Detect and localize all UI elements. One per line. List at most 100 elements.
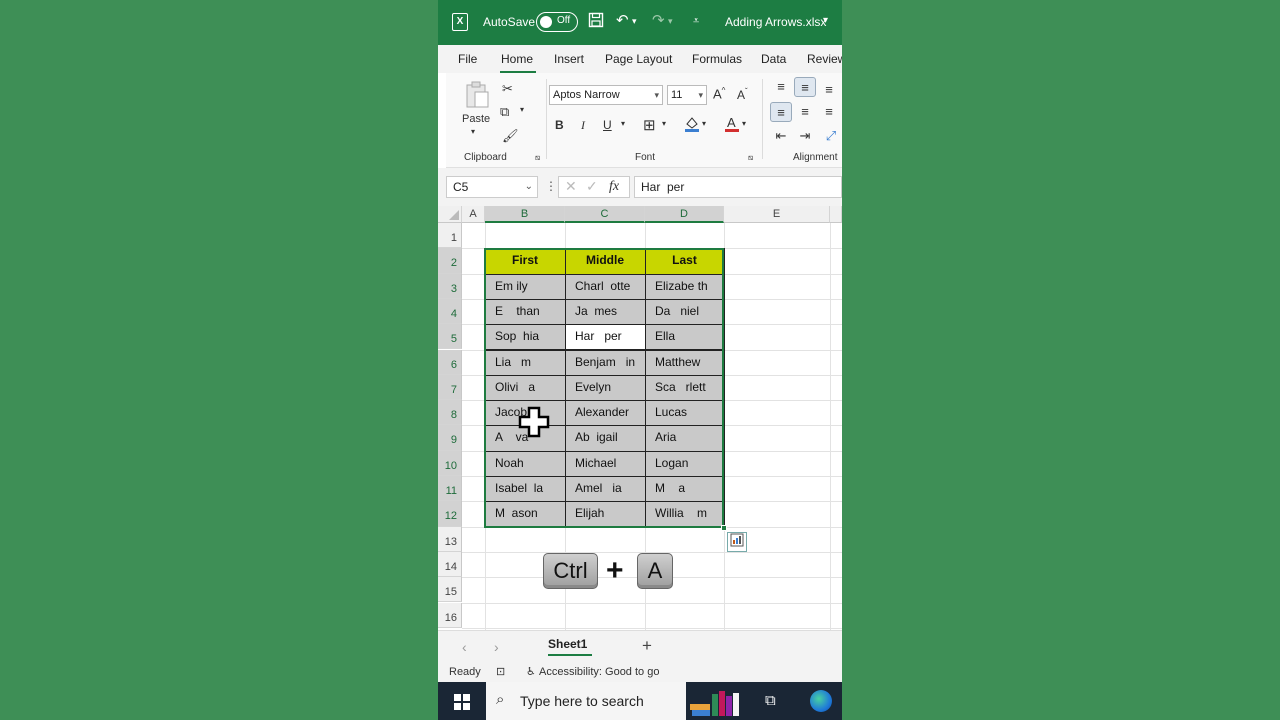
next-sheet-icon[interactable]: › — [494, 639, 499, 655]
decrease-indent-icon[interactable]: ⇤ — [770, 126, 792, 146]
save-icon[interactable] — [588, 12, 604, 33]
row-header[interactable]: 9 — [438, 425, 462, 451]
table-cell[interactable]: Ja mes — [565, 298, 645, 325]
fill-handle[interactable] — [721, 525, 727, 531]
chevron-down-icon[interactable]: ▾ — [621, 119, 625, 128]
quick-analysis-icon[interactable] — [727, 532, 747, 552]
chevron-down-icon[interactable]: ▾ — [742, 119, 746, 128]
tab-home[interactable]: Home — [501, 52, 533, 66]
more-options-icon[interactable]: ⋮ — [545, 179, 557, 193]
table-cell[interactable]: Lia m — [485, 349, 565, 375]
align-middle-icon[interactable]: ≡ — [794, 77, 816, 97]
font-size-dropdown[interactable]: 11 ▾ — [667, 85, 707, 105]
undo-icon[interactable]: ↶ — [616, 12, 629, 30]
enter-icon[interactable]: ✓ — [586, 178, 598, 195]
table-cell[interactable]: Elizabe th — [645, 273, 724, 299]
accessibility-status[interactable]: Accessibility: Good to go — [539, 666, 659, 678]
table-cell[interactable]: M a — [645, 476, 724, 502]
table-cell[interactable]: Ella — [645, 324, 724, 350]
table-cell[interactable]: M ason — [485, 501, 565, 527]
italic-button[interactable]: I — [581, 118, 585, 133]
font-color-icon[interactable]: A — [724, 115, 740, 136]
customize-toolbar-icon[interactable]: ⩡ — [693, 12, 699, 30]
row-header[interactable]: 14 — [438, 551, 462, 578]
bold-button[interactable]: B — [555, 118, 564, 132]
cut-icon[interactable]: ✂ — [502, 81, 513, 97]
chevron-down-icon[interactable]: ▾ — [632, 12, 637, 30]
row-header[interactable]: 2 — [438, 248, 462, 274]
paste-icon[interactable] — [462, 81, 492, 109]
select-all-corner[interactable] — [438, 206, 462, 223]
tab-formulas[interactable]: Formulas — [692, 52, 742, 66]
table-cell[interactable]: Sop hia — [485, 324, 565, 350]
row-header[interactable]: 10 — [438, 450, 462, 476]
row-header[interactable]: 15 — [438, 577, 462, 603]
tab-insert[interactable]: Insert — [554, 52, 584, 66]
row-header[interactable]: 8 — [438, 400, 462, 426]
formula-input[interactable]: Har per — [634, 176, 842, 198]
column-header[interactable]: D — [645, 206, 724, 223]
accessibility-icon[interactable]: ♿︎ — [526, 665, 536, 678]
row-header[interactable]: 12 — [438, 501, 462, 527]
align-right-icon[interactable]: ≡ — [818, 102, 840, 122]
dialog-launcher-icon[interactable]: ⧅ — [535, 153, 540, 163]
macro-record-icon[interactable]: ⊡ — [496, 665, 505, 678]
row-header[interactable]: 7 — [438, 374, 462, 401]
column-header[interactable]: C — [565, 206, 645, 223]
chevron-down-icon[interactable]: ▾ — [520, 105, 524, 114]
table-header-cell[interactable]: Last — [645, 248, 724, 274]
table-cell[interactable]: E than — [485, 298, 565, 325]
table-cell[interactable]: Matthew — [645, 349, 724, 375]
insert-function-icon[interactable]: fx — [609, 179, 619, 195]
worksheet-grid[interactable]: A B C D E 1 2 3 4 5 6 7 8 9 10 11 12 13 14 15 16 First M… — [438, 206, 842, 630]
row-header[interactable]: 16 — [438, 602, 462, 628]
edge-browser-icon[interactable] — [810, 690, 832, 712]
name-box[interactable]: C5 ⌄ — [446, 176, 538, 198]
table-cell[interactable]: Logan — [645, 450, 724, 476]
chevron-down-icon[interactable]: ▾ — [823, 12, 828, 30]
table-cell[interactable]: Isabel la — [485, 476, 565, 502]
format-painter-icon[interactable]: 🖌 — [502, 128, 519, 144]
table-cell[interactable]: Sca rlett — [645, 374, 724, 401]
table-cell[interactable]: Benjam in — [565, 349, 645, 375]
table-cell[interactable]: Elijah — [565, 501, 645, 527]
task-view-icon[interactable]: ⧉ — [765, 692, 776, 709]
table-header-cell[interactable]: First — [485, 248, 565, 274]
books-icon[interactable] — [688, 688, 750, 718]
prev-sheet-icon[interactable]: ‹ — [462, 639, 467, 655]
row-header[interactable]: 4 — [438, 298, 462, 325]
chevron-down-icon[interactable]: ▾ — [702, 119, 706, 128]
table-cell[interactable]: Em ily — [485, 273, 565, 299]
copy-icon[interactable]: ⧉ — [500, 104, 509, 120]
tab-file[interactable]: File — [458, 52, 477, 66]
column-header[interactable]: B — [485, 206, 565, 223]
table-cell[interactable]: Evelyn — [565, 374, 645, 401]
tab-page-layout[interactable]: Page Layout — [605, 52, 672, 66]
chevron-down-icon[interactable]: ▾ — [662, 119, 666, 128]
table-header-cell[interactable]: Middle — [565, 248, 645, 274]
windows-start-icon[interactable] — [454, 694, 470, 710]
table-cell[interactable]: Michael — [565, 450, 645, 476]
table-cell[interactable]: Willia m — [645, 501, 724, 527]
sheet-tab-sheet1[interactable]: Sheet1 — [548, 637, 587, 651]
row-header[interactable]: 6 — [438, 349, 462, 375]
column-header[interactable] — [830, 206, 842, 223]
table-cell[interactable]: Olivi a — [485, 374, 565, 401]
add-sheet-button[interactable]: + — [642, 636, 652, 656]
row-header[interactable]: 13 — [438, 526, 462, 552]
row-header[interactable]: 1 — [438, 223, 462, 249]
cancel-icon[interactable]: ✕ — [565, 178, 577, 195]
active-cell[interactable]: Har per — [565, 324, 645, 350]
underline-button[interactable]: U — [603, 118, 612, 132]
redo-icon[interactable]: ↷ — [652, 12, 665, 30]
dialog-launcher-icon[interactable]: ⧅ — [748, 153, 753, 163]
table-cell[interactable]: Amel ia — [565, 476, 645, 502]
chevron-down-icon[interactable]: ▾ — [471, 127, 475, 136]
file-name[interactable]: Adding Arrows.xlsx — [725, 15, 826, 29]
borders-icon[interactable]: ⊞ — [643, 116, 656, 134]
decrease-font-icon[interactable]: Aˇ — [737, 87, 748, 102]
table-cell[interactable]: Aria — [645, 425, 724, 451]
tab-review[interactable]: Review — [807, 52, 842, 66]
align-top-icon[interactable]: ≡ — [770, 77, 792, 97]
column-header[interactable]: E — [724, 206, 830, 223]
